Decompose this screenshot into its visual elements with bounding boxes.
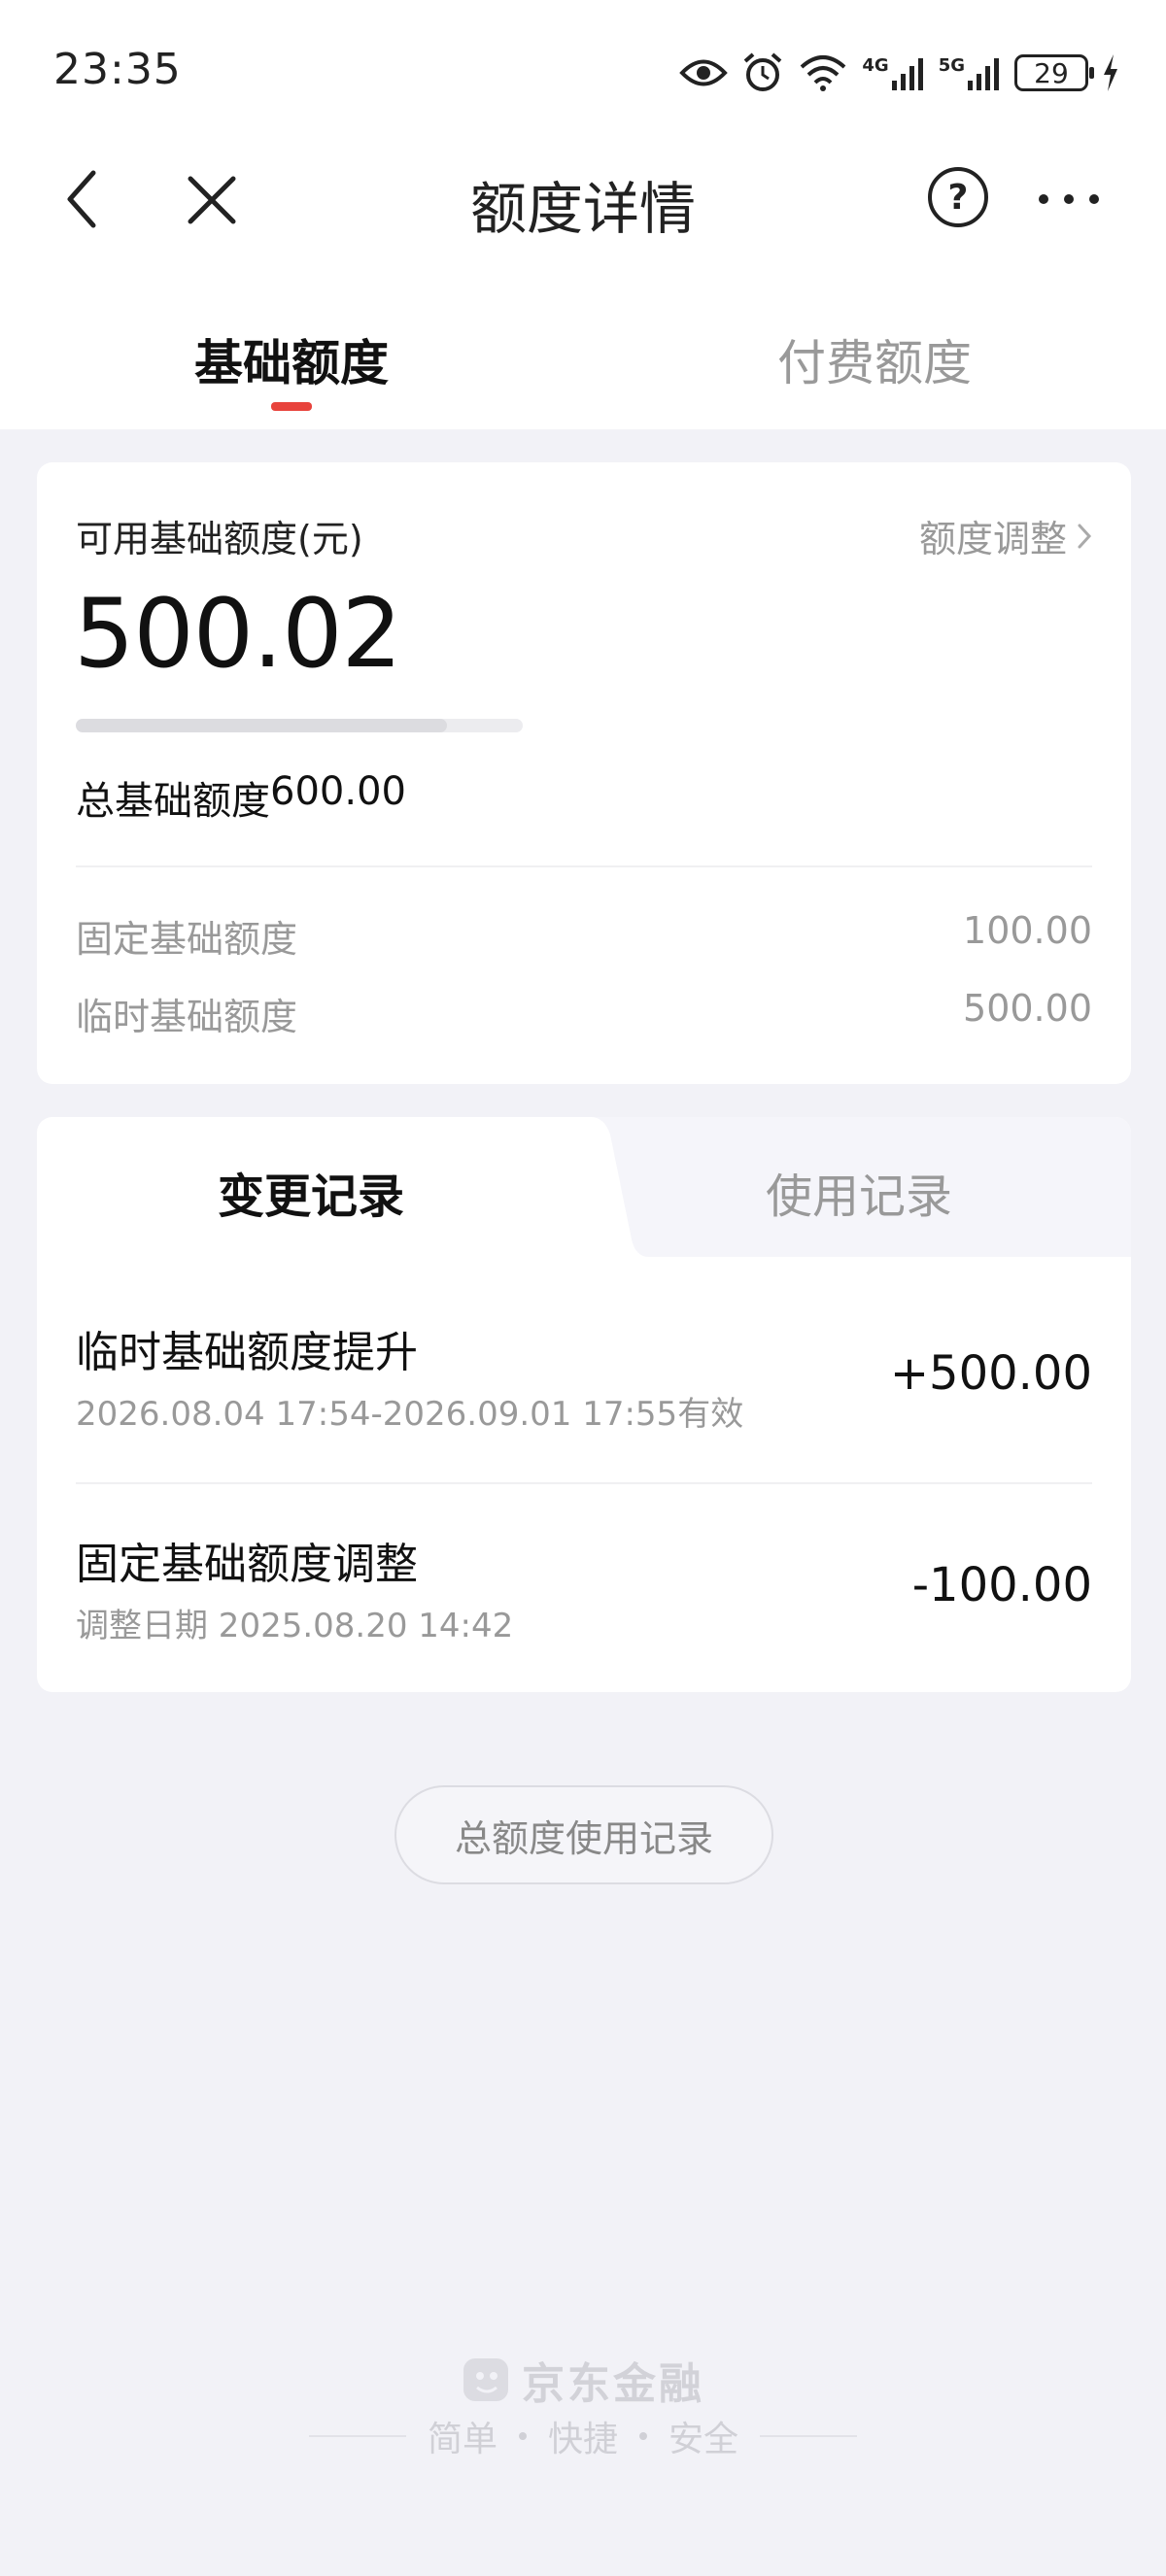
more-icon[interactable]	[1035, 185, 1103, 214]
slogan-word: 安全	[669, 2420, 739, 2459]
page-title: 额度详情	[469, 176, 696, 242]
footer-brand: 京东金融	[0, 2349, 1166, 2411]
tab-change-records[interactable]: 变更记录	[218, 1158, 404, 1226]
signal-bars-icon	[891, 58, 923, 90]
tab-basic-quota[interactable]: 基础额度	[194, 324, 389, 394]
fixed-quota-label: 固定基础额度	[76, 918, 298, 961]
quota-adjust-label: 额度调整	[918, 518, 1067, 560]
slogan-word: 简单	[427, 2420, 497, 2459]
chevron-right-icon	[1078, 524, 1092, 548]
quota-progress-fill	[76, 719, 447, 732]
total-quota-amount: 600.00	[270, 769, 406, 814]
quota-summary-card: 可用基础额度(元) 额度调整 500.02 总基础额度 600.00 固定基础额…	[37, 462, 1131, 1084]
record-amount: -100.00	[911, 1558, 1092, 1612]
signal-bars-icon	[968, 58, 999, 90]
wifi-icon	[801, 55, 846, 91]
record-subtitle: 调整日期 2025.08.20 14:42	[76, 1607, 514, 1645]
tab-usage-records[interactable]: 使用记录	[766, 1158, 952, 1226]
total-usage-records-button[interactable]: 总额度使用记录	[394, 1785, 773, 1884]
help-icon: ?	[947, 177, 969, 218]
quota-progress-bar	[76, 719, 523, 732]
record-subtitle: 2026.08.04 17:54-2026.09.01 17:55有效	[76, 1395, 744, 1434]
eye-icon	[679, 59, 729, 86]
active-tab-indicator	[271, 402, 312, 411]
net-5g-label: 5G	[938, 55, 965, 76]
temp-quota-label: 临时基础额度	[76, 996, 298, 1038]
records-card: 变更记录 使用记录 临时基础额度提升 2026.08.04 17:54-2026…	[37, 1117, 1131, 1692]
fixed-quota-amount: 100.00	[963, 909, 1092, 952]
record-amount: +500.00	[889, 1346, 1092, 1401]
record-title: 固定基础额度调整	[76, 1540, 418, 1589]
charging-icon	[1104, 54, 1117, 91]
jd-finance-logo-icon	[463, 2358, 508, 2401]
temp-quota-amount: 500.00	[963, 987, 1092, 1030]
tab-paid-quota[interactable]: 付费额度	[777, 324, 972, 394]
signal-5g: 5G	[939, 55, 1001, 90]
divider	[76, 865, 1092, 867]
status-time: 23:35	[53, 45, 182, 94]
brand-name: 京东金融	[522, 2359, 704, 2409]
battery-icon: 29	[1014, 54, 1094, 91]
battery-level: 29	[1034, 56, 1069, 89]
footer-slogan: 简单 快捷 安全	[0, 2411, 1166, 2461]
slogan-word: 快捷	[547, 2420, 618, 2459]
available-quota-amount: 500.02	[74, 579, 402, 690]
total-quota: 总基础额度 600.00	[76, 769, 406, 826]
help-button[interactable]: ?	[928, 167, 988, 227]
signal-4g: 4G	[862, 55, 924, 90]
total-quota-label: 总基础额度	[76, 779, 270, 824]
status-icons: 4G 5G 29	[679, 49, 1119, 97]
record-title: 临时基础额度提升	[76, 1328, 418, 1377]
divider	[76, 1482, 1092, 1484]
alarm-icon	[744, 52, 782, 91]
header-area: 23:35 4G 5G 29 额度详情 ? 基础额度 付费额度	[0, 0, 1166, 429]
subtab-shape	[562, 1117, 649, 1257]
available-quota-label: 可用基础额度(元)	[76, 518, 363, 560]
quota-adjust-link[interactable]: 额度调整	[919, 509, 1092, 562]
net-4g-label: 4G	[862, 55, 889, 76]
